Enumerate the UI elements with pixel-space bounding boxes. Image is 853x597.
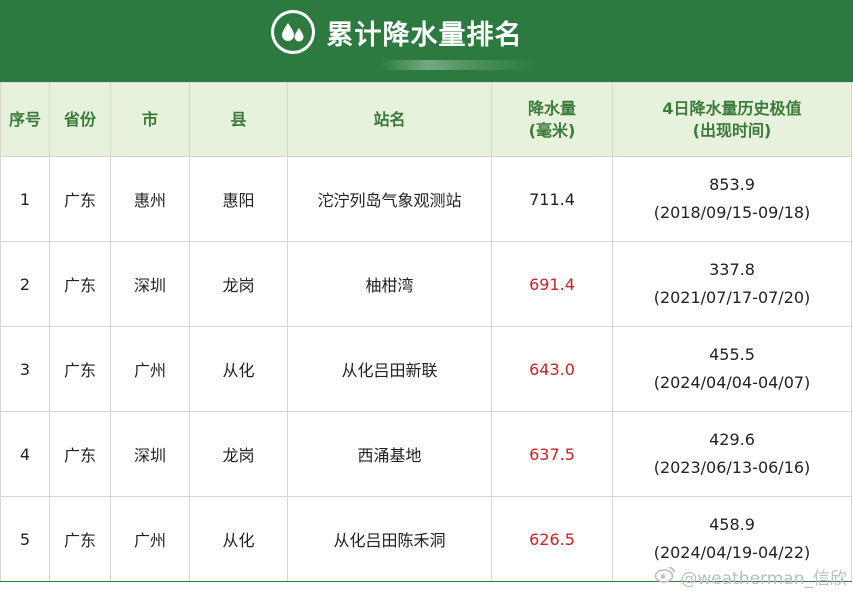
record-value: 455.5 bbox=[709, 345, 755, 364]
cell-rank: 4 bbox=[0, 411, 50, 497]
cell-province: 广东 bbox=[49, 241, 111, 327]
rainfall-value: 637.5 bbox=[529, 444, 575, 464]
cell-county: 惠阳 bbox=[189, 156, 288, 242]
record-value: 429.6 bbox=[709, 430, 755, 449]
rainfall-ranking-table: 序号 省份 市 县 站名 降水量 (毫米) 4日降水量历史极值 (出现时间) 1… bbox=[0, 82, 852, 582]
table-header-row: 序号 省份 市 县 站名 降水量 (毫米) 4日降水量历史极值 (出现时间) bbox=[0, 82, 852, 157]
table-row: 3 广东 广州 从化 从化吕田新联 643.0 455.5 (2024/04/0… bbox=[0, 326, 852, 412]
record-date: (2021/07/17-07/20) bbox=[653, 288, 811, 307]
header-rainfall: 降水量 (毫米) bbox=[491, 82, 613, 157]
title-wrap: 累计降水量排名 bbox=[0, 10, 853, 54]
water-drops-icon bbox=[270, 10, 315, 54]
cell-rank: 2 bbox=[0, 241, 50, 327]
header-province: 省份 bbox=[49, 82, 111, 157]
rainfall-value: 711.4 bbox=[529, 189, 575, 209]
header-county: 县 bbox=[189, 82, 288, 157]
cell-rank: 3 bbox=[0, 326, 50, 412]
cell-province: 广东 bbox=[49, 326, 111, 412]
record-value: 458.9 bbox=[709, 515, 755, 534]
cell-rainfall: 691.4 bbox=[491, 241, 613, 327]
cell-record: 853.9 (2018/09/15-09/18) bbox=[612, 156, 852, 242]
cell-rainfall: 626.5 bbox=[491, 496, 613, 582]
cell-station: 从化吕田新联 bbox=[287, 326, 492, 412]
cell-rainfall: 643.0 bbox=[491, 326, 613, 412]
cell-county: 龙岗 bbox=[189, 241, 288, 327]
cell-record: 455.5 (2024/04/04-04/07) bbox=[612, 326, 852, 412]
record-date: (2024/04/04-04/07) bbox=[653, 373, 811, 392]
cell-station: 从化吕田陈禾洞 bbox=[287, 496, 492, 582]
cell-city: 惠州 bbox=[110, 156, 190, 242]
rainfall-value: 626.5 bbox=[529, 529, 575, 549]
cell-city: 深圳 bbox=[110, 411, 190, 497]
cell-city: 深圳 bbox=[110, 241, 190, 327]
cell-county: 从化 bbox=[189, 326, 288, 412]
cell-rank: 5 bbox=[0, 496, 50, 582]
cell-record: 337.8 (2021/07/17-07/20) bbox=[612, 241, 852, 327]
rainfall-value: 643.0 bbox=[529, 359, 575, 379]
rainfall-value: 691.4 bbox=[529, 274, 575, 294]
page-title: 累计降水量排名 bbox=[326, 19, 523, 51]
weibo-icon bbox=[654, 565, 676, 588]
table-row: 1 广东 惠州 惠阳 沱泞列岛气象观测站 711.4 853.9 (2018/0… bbox=[0, 156, 852, 242]
cell-county: 从化 bbox=[189, 496, 288, 582]
header-record-label: 4日降水量历史极值 bbox=[662, 98, 802, 118]
watermark: @weatherman_信欣 bbox=[654, 564, 847, 589]
header-station: 站名 bbox=[287, 82, 492, 157]
cell-rainfall: 711.4 bbox=[491, 156, 613, 242]
cell-city: 广州 bbox=[110, 326, 190, 412]
cell-rank: 1 bbox=[0, 156, 50, 242]
cell-province: 广东 bbox=[49, 411, 111, 497]
record-value: 853.9 bbox=[709, 175, 755, 194]
watermark-text: @weatherman_信欣 bbox=[680, 569, 847, 589]
cell-station: 沱泞列岛气象观测站 bbox=[287, 156, 492, 242]
record-date: (2018/09/15-09/18) bbox=[653, 203, 811, 222]
table-row: 4 广东 深圳 龙岗 西涌基地 637.5 429.6 (2023/06/13-… bbox=[0, 411, 852, 497]
cell-station: 西涌基地 bbox=[287, 411, 492, 497]
header-record: 4日降水量历史极值 (出现时间) bbox=[612, 82, 852, 157]
cell-province: 广东 bbox=[49, 496, 111, 582]
header-rainfall-unit: (毫米) bbox=[528, 120, 576, 140]
record-date: (2023/06/13-06/16) bbox=[653, 458, 811, 477]
cell-city: 广州 bbox=[110, 496, 190, 582]
title-banner: 累计降水量排名 bbox=[0, 0, 853, 82]
record-date: (2024/04/19-04/22) bbox=[653, 543, 811, 562]
banner-faint-mark bbox=[380, 60, 540, 70]
header-rainfall-label: 降水量 bbox=[527, 98, 576, 118]
header-rank: 序号 bbox=[0, 82, 50, 157]
cell-rainfall: 637.5 bbox=[491, 411, 613, 497]
record-value: 337.8 bbox=[709, 260, 755, 279]
cell-station: 柚柑湾 bbox=[287, 241, 492, 327]
table-row: 2 广东 深圳 龙岗 柚柑湾 691.4 337.8 (2021/07/17-0… bbox=[0, 241, 852, 327]
cell-record: 429.6 (2023/06/13-06/16) bbox=[612, 411, 852, 497]
cell-province: 广东 bbox=[49, 156, 111, 242]
header-city: 市 bbox=[110, 82, 190, 157]
header-record-sub: (出现时间) bbox=[692, 120, 772, 140]
cell-county: 龙岗 bbox=[189, 411, 288, 497]
